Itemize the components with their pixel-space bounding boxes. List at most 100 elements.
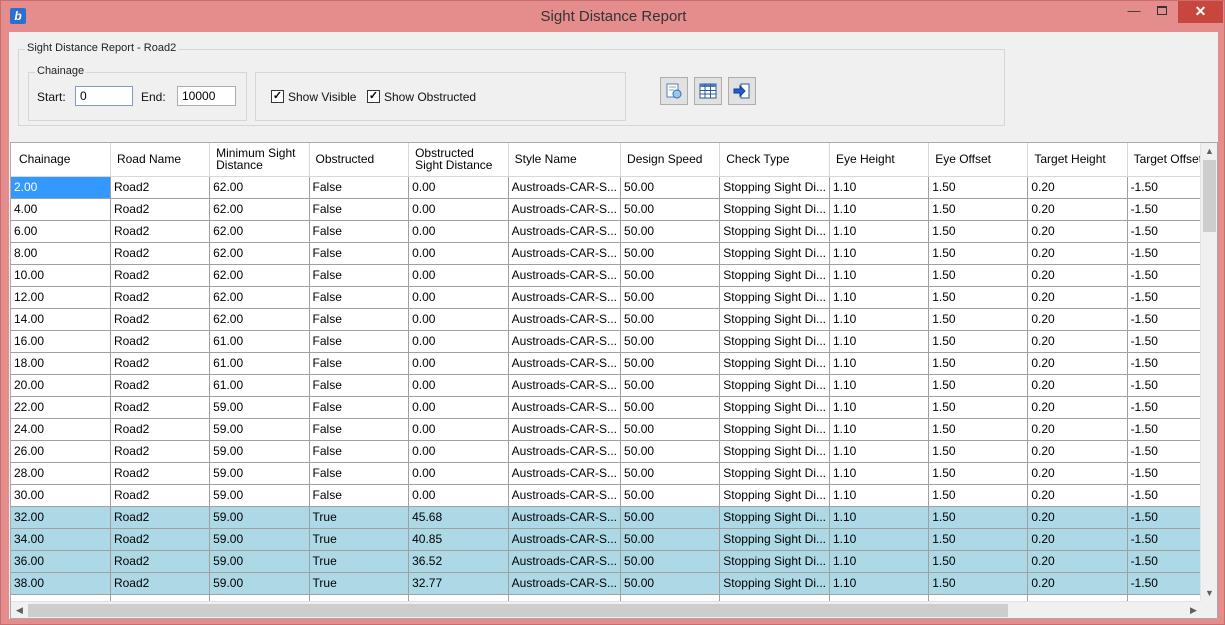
table-cell[interactable]: False	[309, 242, 410, 265]
table-cell[interactable]: 0.00	[408, 374, 509, 397]
table-cell[interactable]: 61.00	[209, 374, 310, 397]
table-cell[interactable]: 0.20	[1027, 572, 1128, 595]
table-cell[interactable]: 16.00	[11, 330, 111, 353]
table-cell[interactable]: 1.10	[829, 330, 930, 353]
table-cell[interactable]: 59.00	[209, 396, 310, 419]
horizontal-scrollbar[interactable]: ◀ ▶	[11, 601, 1202, 618]
table-row[interactable]: 8.00 Road2 62.00 False 0.00 Austroads-CAR-S..…	[11, 242, 1217, 265]
table-cell[interactable]: 24.00	[11, 418, 111, 441]
table-cell[interactable]: 0.20	[1027, 396, 1128, 419]
table-cell[interactable]: 12.00	[11, 286, 111, 309]
table-row[interactable]: 20.00 Road2 61.00 False 0.00 Austroads-CAR-S.…	[11, 374, 1217, 397]
table-cell[interactable]: True	[309, 550, 410, 573]
table-cell[interactable]: 0.20	[1027, 550, 1128, 573]
table-cell[interactable]: 0.20	[1027, 308, 1128, 331]
table-cell[interactable]: 50.00	[620, 330, 721, 353]
refresh-report-button[interactable]	[660, 77, 688, 105]
table-cell[interactable]: 1.10	[829, 374, 930, 397]
table-row[interactable]: 34.00 Road2 59.00 True 40.85 Austroads-CAR-S.…	[11, 528, 1217, 551]
table-cell[interactable]: 38.00	[11, 572, 111, 595]
table-cell[interactable]: 1.10	[829, 528, 930, 551]
table-cell[interactable]: False	[309, 198, 410, 221]
table-cell[interactable]: 0.20	[1027, 330, 1128, 353]
table-cell[interactable]: 50.00	[620, 352, 721, 375]
table-cell[interactable]: Austroads-CAR-S...	[508, 440, 622, 463]
table-cell[interactable]: 36.00	[11, 550, 111, 573]
table-cell[interactable]: 50.00	[620, 418, 721, 441]
table-cell[interactable]: 50.00	[620, 198, 721, 221]
table-cell[interactable]: 50.00	[620, 242, 721, 265]
table-row[interactable]: 30.00 Road2 59.00 False 0.00 Austroads-CAR-S.…	[11, 484, 1217, 507]
export-button[interactable]	[728, 77, 756, 105]
table-cell[interactable]: 0.20	[1027, 484, 1128, 507]
table-cell[interactable]: Stopping Sight Di...	[719, 242, 830, 265]
table-cell[interactable]: Austroads-CAR-S...	[508, 308, 622, 331]
table-cell[interactable]: 50.00	[620, 462, 721, 485]
sight-distance-grid[interactable]: Chainage Road Name Minimum Sight Distance O…	[10, 142, 1218, 619]
column-header[interactable]: Eye Height	[829, 143, 930, 177]
table-cell[interactable]: Austroads-CAR-S...	[508, 352, 622, 375]
table-cell[interactable]: Road2	[110, 440, 211, 463]
table-cell[interactable]: 1.50	[928, 528, 1029, 551]
table-cell[interactable]: Stopping Sight Di...	[719, 528, 830, 551]
table-cell[interactable]: 50.00	[620, 396, 721, 419]
table-cell[interactable]: Stopping Sight Di...	[719, 484, 830, 507]
table-cell[interactable]: 61.00	[209, 352, 310, 375]
table-cell[interactable]: 20.00	[11, 374, 111, 397]
table-row[interactable]: 36.00 Road2 59.00 True 36.52 Austroads-CAR-S.…	[11, 550, 1217, 573]
table-row[interactable]: 14.00 Road2 62.00 False 0.00 Austroads-CAR-S.…	[11, 308, 1217, 331]
table-cell[interactable]: False	[309, 374, 410, 397]
table-cell[interactable]: False	[309, 440, 410, 463]
table-cell[interactable]: Road2	[110, 352, 211, 375]
table-cell[interactable]: 1.50	[928, 396, 1029, 419]
maximize-button[interactable]	[1149, 1, 1175, 23]
show-visible-label[interactable]: Show Visible	[288, 90, 356, 104]
table-cell[interactable]: 0.00	[408, 198, 509, 221]
table-cell[interactable]: False	[309, 264, 410, 287]
table-cell[interactable]: 62.00	[209, 220, 310, 243]
table-cell[interactable]: 1.50	[928, 352, 1029, 375]
table-cell[interactable]: 0.00	[408, 308, 509, 331]
minimize-button[interactable]: —	[1123, 1, 1145, 23]
column-header[interactable]: Check Type	[719, 143, 830, 177]
table-cell[interactable]: Austroads-CAR-S...	[508, 220, 622, 243]
column-header[interactable]: Design Speed	[620, 143, 721, 177]
table-cell[interactable]: 40.85	[408, 528, 509, 551]
table-cell[interactable]: Austroads-CAR-S...	[508, 396, 622, 419]
table-cell[interactable]: Stopping Sight Di...	[719, 352, 830, 375]
table-cell[interactable]: 0.20	[1027, 506, 1128, 529]
title-bar[interactable]: b Sight Distance Report — ✕	[1, 1, 1225, 32]
table-cell[interactable]: Austroads-CAR-S...	[508, 572, 622, 595]
table-cell[interactable]: 45.68	[408, 506, 509, 529]
column-header[interactable]: Style Name	[508, 143, 622, 177]
table-cell[interactable]: Austroads-CAR-S...	[508, 242, 622, 265]
table-view-button[interactable]	[694, 77, 722, 105]
table-cell[interactable]: 62.00	[209, 176, 310, 199]
table-cell[interactable]: True	[309, 506, 410, 529]
table-cell[interactable]: 0.00	[408, 418, 509, 441]
table-cell[interactable]: 0.20	[1027, 242, 1128, 265]
vertical-scrollbar[interactable]: ▲ ▼	[1200, 143, 1217, 602]
table-cell[interactable]: 61.00	[209, 330, 310, 353]
table-cell[interactable]: 34.00	[11, 528, 111, 551]
table-cell[interactable]: Austroads-CAR-S...	[508, 264, 622, 287]
table-cell[interactable]: 30.00	[11, 484, 111, 507]
table-cell[interactable]: 50.00	[620, 550, 721, 573]
table-cell[interactable]: 1.50	[928, 462, 1029, 485]
table-row[interactable]: 16.00 Road2 61.00 False 0.00 Austroads-CAR-S.…	[11, 330, 1217, 353]
show-obstructed-label[interactable]: Show Obstructed	[384, 90, 476, 104]
table-cell[interactable]: 0.20	[1027, 286, 1128, 309]
table-cell[interactable]: 1.10	[829, 440, 930, 463]
table-cell[interactable]: Road2	[110, 286, 211, 309]
table-cell[interactable]: 1.50	[928, 506, 1029, 529]
table-cell[interactable]: 22.00	[11, 396, 111, 419]
table-cell[interactable]: 50.00	[620, 220, 721, 243]
table-cell[interactable]: 1.10	[829, 286, 930, 309]
table-cell[interactable]: 59.00	[209, 462, 310, 485]
table-cell[interactable]: 0.00	[408, 242, 509, 265]
table-cell[interactable]: 50.00	[620, 440, 721, 463]
table-cell[interactable]: 0.00	[408, 396, 509, 419]
table-cell[interactable]: Road2	[110, 418, 211, 441]
table-cell[interactable]: 1.10	[829, 396, 930, 419]
table-cell[interactable]: Austroads-CAR-S...	[508, 550, 622, 573]
